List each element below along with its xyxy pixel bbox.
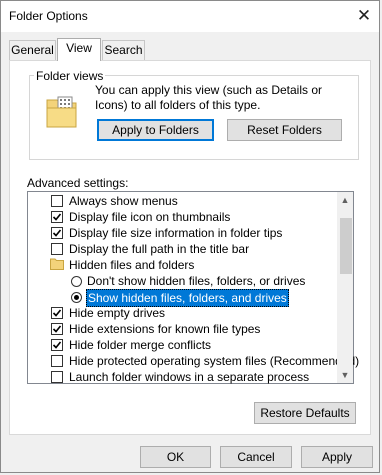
- always-show-menus-checkbox[interactable]: [51, 195, 63, 207]
- reset-folders-button[interactable]: Reset Folders: [227, 119, 342, 141]
- tab-view[interactable]: View: [57, 38, 101, 61]
- list-item[interactable]: Display file icon on thumbnails: [69, 209, 230, 225]
- checkmark-icon: [52, 229, 62, 237]
- folder-icon: [50, 258, 64, 270]
- checkmark-icon: [52, 213, 62, 221]
- list-item[interactable]: Display file size information in folder …: [69, 225, 282, 241]
- list-item: Hidden files and folders: [69, 258, 195, 272]
- apply-to-folders-button[interactable]: Apply to Folders: [97, 119, 214, 141]
- list-item[interactable]: Hide protected operating system files (R…: [69, 353, 359, 369]
- ok-button[interactable]: OK: [140, 446, 211, 468]
- title-bar: Folder Options ✕: [1, 1, 379, 32]
- hide-merge-conflicts-checkbox[interactable]: [51, 339, 63, 351]
- tab-search[interactable]: Search: [102, 40, 145, 60]
- scroll-down-icon[interactable]: ▼: [339, 368, 351, 382]
- checkmark-icon: [52, 325, 62, 333]
- list-item[interactable]: Hide extensions for known file types: [69, 321, 260, 337]
- folder-icon: [45, 94, 79, 130]
- display-full-path-checkbox[interactable]: [51, 243, 63, 255]
- hide-extensions-checkbox[interactable]: [51, 323, 63, 335]
- folder-views-label: Folder views: [34, 69, 106, 83]
- hide-protected-files-checkbox[interactable]: [51, 355, 63, 367]
- cancel-button[interactable]: Cancel: [220, 446, 292, 468]
- folder-views-description: You can apply this view (such as Details…: [95, 83, 323, 112]
- folder-options-dialog: Folder Options ✕ General View Search Fol…: [0, 0, 380, 473]
- list-item[interactable]: Hide folder merge conflicts: [69, 337, 211, 353]
- apply-button[interactable]: Apply: [301, 446, 373, 468]
- scroll-up-icon[interactable]: ▲: [339, 193, 351, 207]
- list-item[interactable]: Don't show hidden files, folders, or dri…: [87, 273, 305, 289]
- display-file-icon-checkbox[interactable]: [51, 211, 63, 223]
- display-file-size-checkbox[interactable]: [51, 227, 63, 239]
- tab-general[interactable]: General: [9, 40, 56, 60]
- show-hidden-radio[interactable]: [71, 292, 82, 303]
- checkmark-icon: [52, 309, 62, 317]
- launch-separate-process-checkbox[interactable]: [51, 371, 63, 383]
- list-item[interactable]: Always show menus: [69, 193, 178, 209]
- list-item[interactable]: Hide empty drives: [69, 305, 165, 321]
- list-item[interactable]: Display the full path in the title bar: [69, 241, 249, 257]
- close-icon[interactable]: ✕: [353, 5, 375, 27]
- scroll-thumb[interactable]: [340, 218, 352, 274]
- restore-defaults-button[interactable]: Restore Defaults: [254, 402, 356, 424]
- checkmark-icon: [52, 341, 62, 349]
- hide-empty-drives-checkbox[interactable]: [51, 307, 63, 319]
- advanced-settings-label: Advanced settings:: [27, 176, 129, 190]
- window-title: Folder Options: [9, 9, 88, 23]
- dont-show-hidden-radio[interactable]: [71, 276, 82, 287]
- list-item[interactable]: Launch folder windows in a separate proc…: [69, 369, 309, 385]
